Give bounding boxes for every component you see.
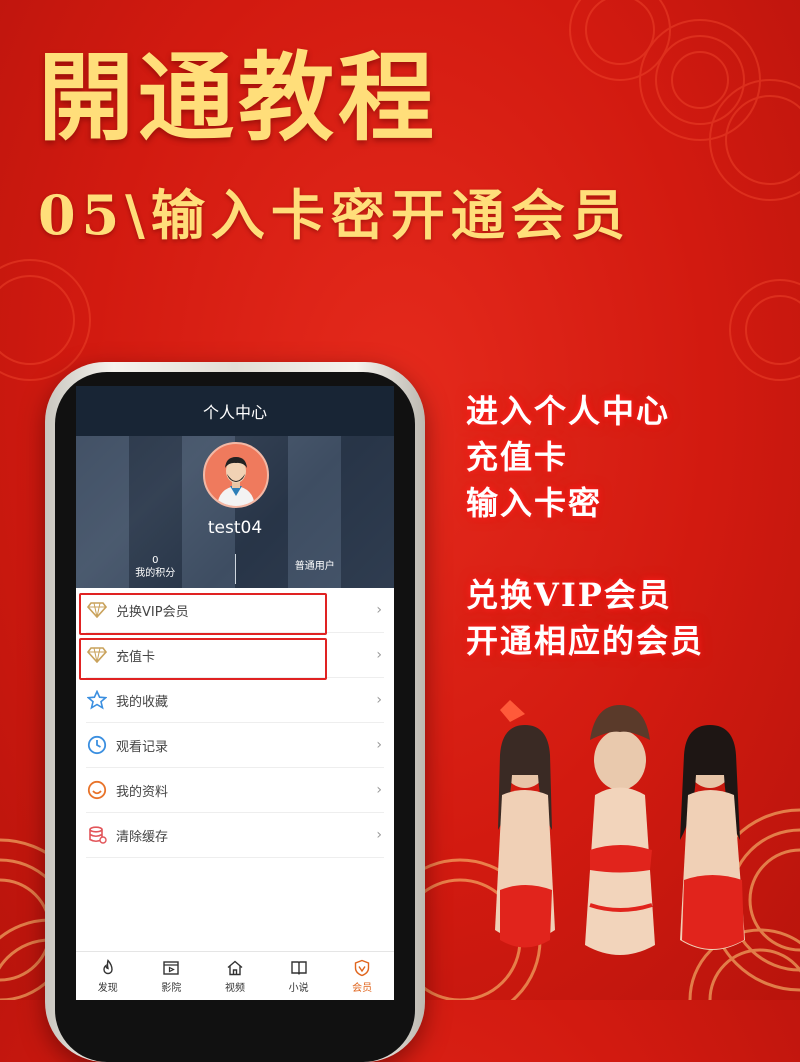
star-icon <box>86 689 108 711</box>
level-stat: 普通用户 <box>236 554 395 584</box>
chevron-right-icon: › <box>376 737 382 753</box>
tab-video[interactable]: 视频 <box>203 952 267 1000</box>
menu-item-label: 我的资料 <box>116 784 169 800</box>
chevron-right-icon: › <box>376 602 382 618</box>
vip-icon <box>354 959 370 976</box>
clock-icon <box>86 734 108 756</box>
banner-subtitle: 05\输入卡密开通会员 <box>38 183 631 247</box>
username: test04 <box>207 518 263 538</box>
user-stats: 0 我的积分 普通用户 <box>76 554 394 584</box>
database-icon <box>86 824 108 846</box>
tab-novel[interactable]: 小说 <box>267 952 331 1000</box>
phone-screen: 个人中心 test04 0 我的积分 普通用户 兑换VIP会员 › 充值卡 › … <box>76 386 394 1000</box>
menu-item-profile[interactable]: 我的资料 › <box>86 768 384 813</box>
menu-item-history[interactable]: 观看记录 › <box>86 723 384 768</box>
instruction-line: 开通相应的会员 <box>466 622 705 660</box>
menu-list: 兑换VIP会员 › 充值卡 › 我的收藏 › 观看记录 › 我的资料 › 清除缓… <box>76 588 394 858</box>
instruction-line: 进入个人中心 <box>466 392 671 430</box>
figure-left <box>495 700 555 948</box>
instruction-line: 输入卡密 <box>466 484 603 522</box>
chevron-right-icon: › <box>376 782 382 798</box>
banner-title: 開通教程 <box>38 41 438 154</box>
tab-label: 影院 <box>161 982 182 994</box>
fire-icon <box>103 958 113 974</box>
app-header-title: 个人中心 <box>202 403 267 422</box>
film-icon <box>163 960 180 975</box>
home-icon <box>227 960 243 975</box>
menu-item-favorites[interactable]: 我的收藏 › <box>86 678 384 723</box>
menu-item-label: 充值卡 <box>116 649 156 665</box>
menu-item-label: 清除缓存 <box>116 829 169 845</box>
menu-item-clear-cache[interactable]: 清除缓存 › <box>86 813 384 858</box>
models-illustration <box>495 700 745 955</box>
menu-item-recharge-card[interactable]: 充值卡 › <box>79 633 384 680</box>
tab-label: 视频 <box>224 982 245 994</box>
diamond-icon <box>86 599 108 621</box>
tab-discover[interactable]: 发现 <box>76 952 140 1000</box>
user-avatar-icon <box>217 457 255 506</box>
points-value: 0 <box>152 555 159 566</box>
diamond-icon <box>86 644 108 666</box>
points-stat[interactable]: 0 我的积分 <box>76 554 235 584</box>
smile-icon <box>86 779 108 801</box>
instruction-line: 兑换VIP会员 <box>466 576 672 614</box>
chevron-right-icon: › <box>376 692 382 708</box>
figure-right <box>680 725 745 950</box>
instructions-panel: 进入个人中心 充值卡 输入卡密 兑换VIP会员 开通相应的会员 <box>466 388 786 664</box>
menu-item-redeem-vip[interactable]: 兑换VIP会员 › <box>79 588 384 635</box>
instruction-spacer <box>466 526 786 572</box>
tab-label: 会员 <box>352 982 373 994</box>
tab-member[interactable]: 会员 <box>330 952 394 1000</box>
instruction-line: 充值卡 <box>466 438 569 476</box>
menu-item-label: 观看记录 <box>116 739 169 755</box>
menu-item-label: 兑换VIP会员 <box>116 604 189 620</box>
bottom-tab-bar: 发现 影院 视频 小说 会员 <box>76 951 394 1000</box>
book-icon <box>290 960 307 975</box>
avatar[interactable] <box>203 442 269 508</box>
tab-cinema[interactable]: 影院 <box>140 952 204 1000</box>
points-label: 我的积分 <box>135 568 176 579</box>
tab-label: 发现 <box>97 982 118 994</box>
user-level: 普通用户 <box>294 561 335 572</box>
tab-label: 小说 <box>288 982 309 994</box>
chevron-right-icon: › <box>376 647 382 663</box>
chevron-right-icon: › <box>376 827 382 843</box>
app-header: 个人中心 <box>76 386 394 436</box>
figure-middle <box>585 705 655 955</box>
profile-banner: test04 0 我的积分 普通用户 <box>76 436 394 588</box>
menu-item-label: 我的收藏 <box>116 694 169 710</box>
